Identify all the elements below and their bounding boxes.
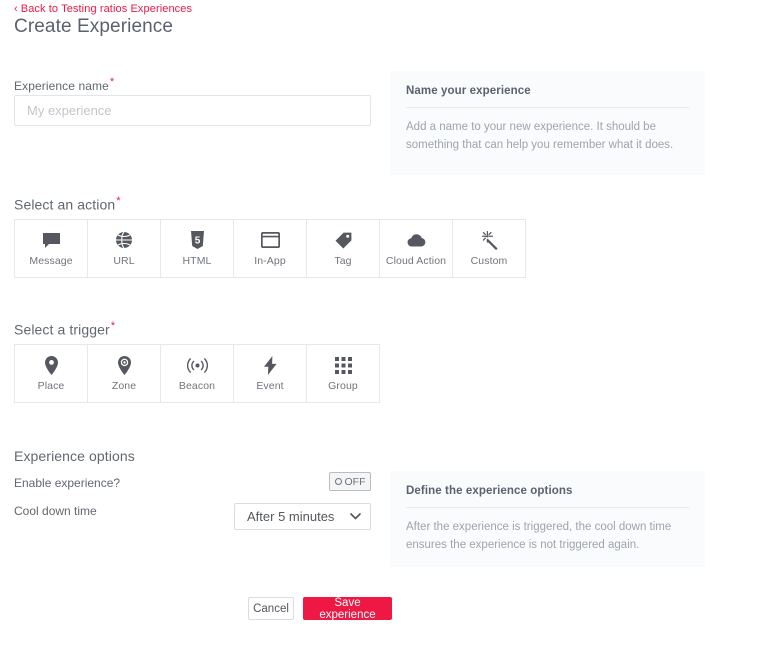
back-link-label: Back to Testing ratios Experiences [20,3,193,15]
lightning-bolt-icon [263,355,277,375]
card-label: Cloud Action [385,255,447,268]
info-panel-options-title: Define the experience options [406,485,573,497]
create-experience-page: ‹ Back to Testing ratios Experiences Cre… [0,0,772,656]
card-label: Event [256,380,284,393]
tag-icon [335,230,352,250]
experience-name-input[interactable] [14,95,371,126]
cooldown-time-select[interactable]: After 5 minutes [234,503,371,530]
back-to-experiences-link[interactable]: ‹ Back to Testing ratios Experiences [14,3,192,15]
divider [406,107,689,108]
enable-experience-toggle[interactable]: OFF [329,472,371,491]
svg-text:5: 5 [194,236,200,247]
action-card-in-app[interactable]: In-App [234,220,307,277]
chevron-left-icon: ‹ [14,2,18,15]
action-card-custom[interactable]: Custom [453,220,526,277]
cooldown-time-value: After 5 minutes [247,509,335,524]
card-label: Zone [111,380,137,393]
page-title: Create Experience [14,16,174,37]
card-label: URL [113,255,135,268]
trigger-card-event[interactable]: Event [234,345,307,402]
card-label: In-App [254,255,286,268]
action-card-grid: Message URL 5 HTML In-App Tag Cloud Action Cust… [14,219,526,278]
divider [406,507,689,508]
trigger-card-grid: Place Zone Beacon Event Group [14,344,380,403]
select-trigger-label: Select a trigger* [14,320,116,338]
save-experience-button[interactable]: Save experience [303,597,392,621]
trigger-card-zone[interactable]: Zone [88,345,161,402]
beacon-icon [186,355,209,375]
enable-experience-label: Enable experience? [14,476,121,490]
globe-icon [115,230,133,250]
cancel-button[interactable]: Cancel [248,597,294,620]
action-card-url[interactable]: URL [88,220,161,277]
info-panel-name: Name your experience Add a name to your … [390,71,705,175]
action-card-tag[interactable]: Tag [307,220,380,277]
trigger-card-group[interactable]: Group [307,345,380,402]
map-pin-circle-icon [117,355,131,375]
required-asterisk: * [109,76,115,88]
card-label: Message [29,255,73,268]
chevron-down-icon [350,511,361,523]
map-pin-icon [44,355,58,375]
cloud-icon [406,230,426,250]
required-asterisk: * [116,195,121,207]
action-card-html[interactable]: 5 HTML [161,220,234,277]
required-asterisk: * [110,320,116,332]
html5-icon: 5 [190,230,205,250]
action-card-cloud-action[interactable]: Cloud Action [380,220,453,277]
action-card-message[interactable]: Message [15,220,88,277]
toggle-knob-icon [334,478,342,485]
experience-options-heading: Experience options [14,448,135,464]
cooldown-time-label: Cool down time [14,504,97,518]
magic-wand-icon [480,230,499,250]
info-panel-options-body: After the experience is triggered, the c… [406,521,672,551]
card-label: Place [37,380,65,393]
select-action-label: Select an action* [14,195,121,213]
window-icon [260,230,280,250]
card-label: Group [328,380,358,393]
card-label: Custom [470,255,508,268]
info-panel-name-title: Name your experience [406,85,531,97]
enable-experience-state: OFF [344,475,366,488]
card-label: Tag [334,255,352,268]
grid-icon [334,355,352,375]
message-icon [42,230,61,250]
info-panel-name-body: Add a name to your new experience. It sh… [406,121,674,151]
card-label: HTML [182,255,212,268]
trigger-card-beacon[interactable]: Beacon [161,345,234,402]
info-panel-options: Define the experience options After the … [390,471,705,567]
experience-name-label: Experience name* [14,76,115,93]
trigger-card-place[interactable]: Place [15,345,88,402]
card-label: Beacon [178,380,216,393]
